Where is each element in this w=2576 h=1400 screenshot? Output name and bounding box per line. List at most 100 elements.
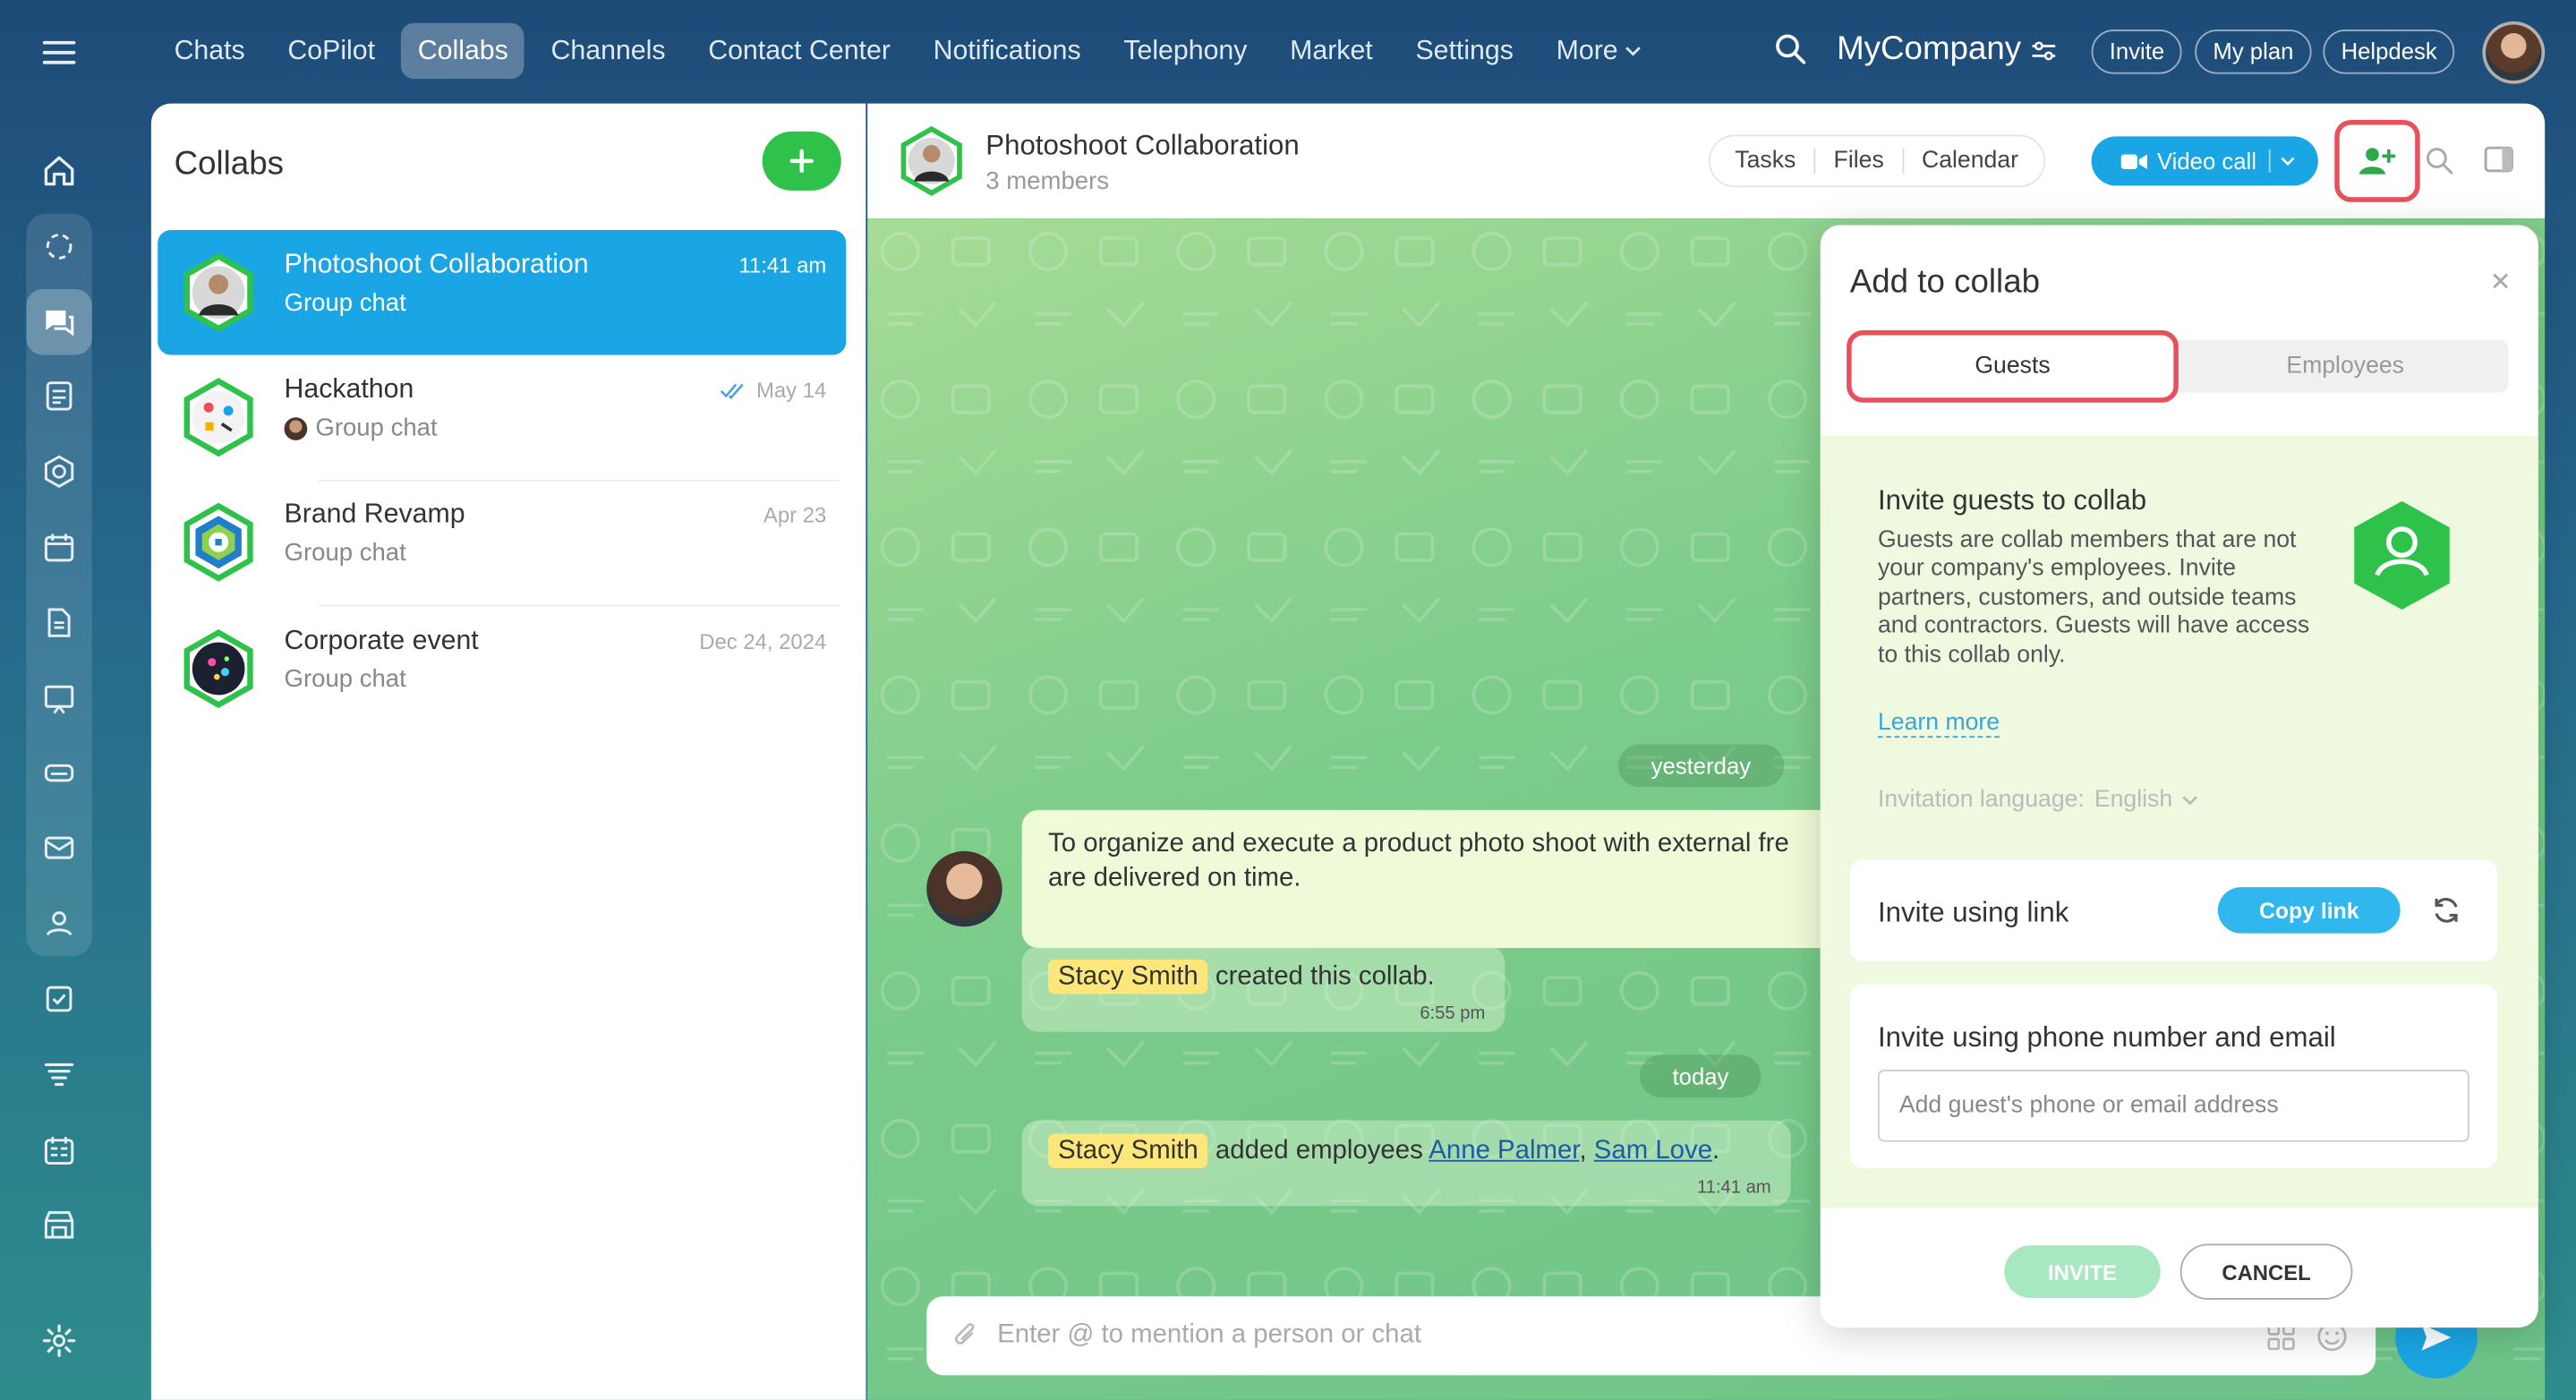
link-anne-palmer[interactable]: Anne Palmer xyxy=(1429,1137,1579,1165)
user-avatar[interactable] xyxy=(2482,21,2546,84)
invite-phone-card: Invite using phone number and email xyxy=(1849,984,2497,1169)
collabs-list-panel: Collabs Photoshoot Collaboration Group c… xyxy=(150,103,866,1400)
invite-link-card: Invite using link Copy link xyxy=(1849,858,2497,961)
add-member-button[interactable] xyxy=(2334,119,2420,202)
nav-more-label: More xyxy=(1556,36,1618,66)
nav-settings[interactable]: Settings xyxy=(1399,23,1530,79)
copilot-icon[interactable] xyxy=(26,214,91,279)
language-value: English xyxy=(2094,787,2173,814)
members-count[interactable]: 3 members xyxy=(985,167,1109,195)
invite-guests-description: Guests are collab members that are not y… xyxy=(1877,527,2310,669)
search-icon[interactable] xyxy=(1774,33,1807,66)
nav-chats[interactable]: Chats xyxy=(158,23,261,79)
chat-name: Hackathon xyxy=(284,374,414,405)
chat-item-photoshoot[interactable]: Photoshoot Collaboration Group chat 11:4… xyxy=(158,229,847,355)
helpdesk-button[interactable]: Helpdesk xyxy=(2323,30,2455,74)
link-sam-love[interactable]: Sam Love xyxy=(1594,1137,1712,1165)
guest-badge-icon xyxy=(2350,498,2454,612)
tab-employees[interactable]: Employees xyxy=(2182,340,2509,393)
date-separator-today: today xyxy=(1639,1054,1762,1098)
add-collab-button[interactable] xyxy=(762,131,841,191)
tab-calendar[interactable]: Calendar xyxy=(1904,148,2036,174)
chat-subtitle: Group chat xyxy=(284,289,406,318)
search-icon[interactable] xyxy=(2425,146,2454,175)
my-plan-button[interactable]: My plan xyxy=(2195,30,2312,74)
tab-tasks[interactable]: Tasks xyxy=(1717,148,1816,175)
mention-stacy-smith[interactable]: Stacy Smith xyxy=(1048,959,1208,995)
chevron-down-icon[interactable] xyxy=(2282,156,2297,166)
contacts-icon[interactable] xyxy=(26,891,91,956)
plus-icon xyxy=(789,149,814,174)
nav-market[interactable]: Market xyxy=(1274,23,1389,79)
tasks-icon[interactable] xyxy=(26,966,91,1031)
settings-icon[interactable] xyxy=(26,1308,91,1373)
chat-item-hackathon[interactable]: Hackathon Group chat May 14 xyxy=(158,354,846,479)
message-time: 11:41 am xyxy=(1696,1178,1771,1199)
nav-copilot[interactable]: CoPilot xyxy=(271,23,391,79)
groups-icon[interactable] xyxy=(26,439,91,504)
invite-button[interactable]: Invite xyxy=(2091,30,2183,74)
nav-telephony[interactable]: Telephony xyxy=(1107,23,1264,79)
period: . xyxy=(1712,1137,1720,1165)
video-call-label: Video call xyxy=(2157,148,2256,175)
mail-icon[interactable] xyxy=(26,815,91,880)
nav-contact-center[interactable]: Contact Center xyxy=(692,23,907,79)
chat-time: Apr 23 xyxy=(763,502,827,528)
nav-notifications[interactable]: Notifications xyxy=(917,23,1097,79)
company-name[interactable]: MyCompany xyxy=(1837,31,2057,69)
invite-phone-label: Invite using phone number and email xyxy=(1877,1021,2336,1054)
paperclip-icon[interactable] xyxy=(951,1321,981,1351)
chat-time-row: May 14 xyxy=(721,378,826,403)
sender-mini-avatar xyxy=(284,416,308,440)
calendar-icon[interactable] xyxy=(26,515,91,580)
planner-icon[interactable] xyxy=(26,1117,91,1182)
top-navigation: Chats CoPilot Collabs Channels Contact C… xyxy=(158,22,1667,80)
chat-item-brand-revamp[interactable]: Brand Revamp Group chat Apr 23 xyxy=(158,480,846,604)
feed-icon[interactable] xyxy=(26,363,91,429)
composer-placeholder: Enter @ to mention a person or chat xyxy=(997,1320,1421,1349)
invitation-language[interactable]: Invitation language: English xyxy=(1878,787,2199,814)
nav-channels[interactable]: Channels xyxy=(534,23,682,79)
sidebar-toggle-icon[interactable] xyxy=(2484,146,2513,173)
close-icon[interactable] xyxy=(2491,271,2511,291)
chevron-down-icon xyxy=(1625,47,1641,56)
guest-contact-input[interactable] xyxy=(1877,1069,2469,1142)
docs-icon[interactable] xyxy=(26,590,91,655)
tab-files[interactable]: Files xyxy=(1815,148,1904,175)
chat-header: Photoshoot Collaboration 3 members Tasks… xyxy=(867,103,2546,219)
store-icon[interactable] xyxy=(26,1191,91,1257)
drive-icon[interactable] xyxy=(26,739,91,805)
chat-title[interactable]: Photoshoot Collaboration xyxy=(985,130,1299,163)
add-user-icon xyxy=(2358,148,2396,175)
date-separator-yesterday: yesterday xyxy=(1617,744,1784,788)
board-icon[interactable] xyxy=(26,665,91,730)
copy-link-button[interactable]: Copy link xyxy=(2217,887,2401,934)
video-call-button[interactable]: Video call xyxy=(2091,136,2318,186)
collab-avatar xyxy=(175,374,260,459)
menu-icon[interactable] xyxy=(26,20,91,85)
refresh-icon[interactable] xyxy=(2432,895,2461,925)
chat-item-corporate-event[interactable]: Corporate event Group chat Dec 24, 2024 xyxy=(158,606,846,730)
add-to-collab-popup: Add to collab Employees Guests Invite gu… xyxy=(1820,225,2538,1328)
tab-guests[interactable]: Guests xyxy=(1847,329,2179,403)
chat-subtitle: Group chat xyxy=(315,414,438,442)
sender-avatar[interactable] xyxy=(926,850,1002,927)
nav-more[interactable]: More xyxy=(1540,23,1657,79)
learn-more-link[interactable]: Learn more xyxy=(1877,710,2000,738)
invite-button[interactable]: INVITE xyxy=(2004,1245,2161,1299)
mention-stacy-smith[interactable]: Stacy Smith xyxy=(1048,1133,1208,1169)
cancel-button[interactable]: CANCEL xyxy=(2179,1243,2353,1300)
chat-header-avatar[interactable] xyxy=(894,124,969,199)
filter-icon[interactable] xyxy=(26,1042,91,1107)
chevron-down-icon xyxy=(2183,796,2198,806)
collab-avatar xyxy=(175,626,260,711)
chat-time: 11:41 am xyxy=(738,252,827,278)
nav-collabs[interactable]: Collabs xyxy=(401,22,525,80)
system-message: Stacy Smith created this collab. 6:55 pm xyxy=(1021,946,1506,1032)
company-label: MyCompany xyxy=(1837,30,2022,68)
chat-subtitle-row: Group chat xyxy=(284,414,438,442)
chat-tabs: Tasks Files Calendar xyxy=(1708,134,2045,188)
home-icon[interactable] xyxy=(26,138,91,203)
message-text-line2: are delivered on time. xyxy=(1048,864,1301,892)
collabs-icon[interactable] xyxy=(26,289,92,355)
